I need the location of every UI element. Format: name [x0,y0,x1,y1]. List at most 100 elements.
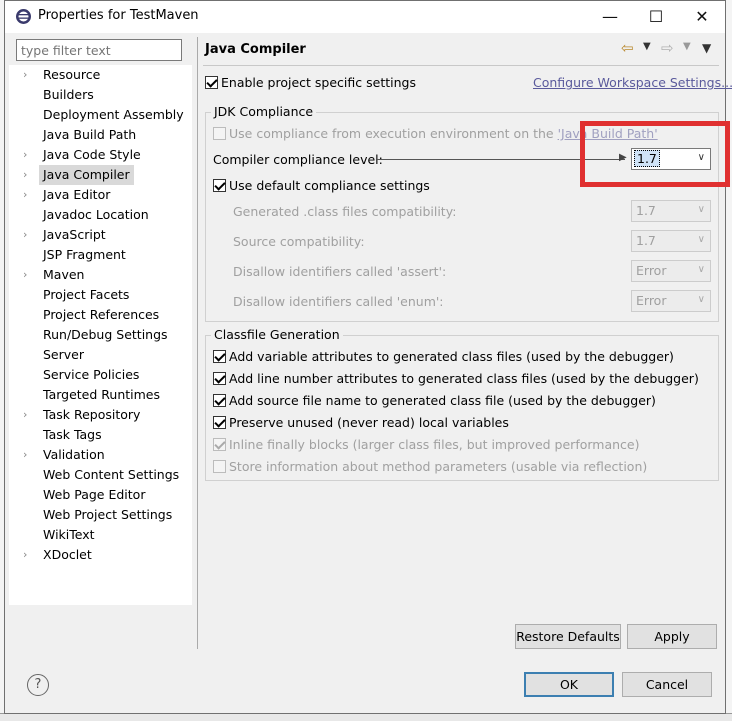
class-compat-label: Generated .class files compatibility: [233,204,457,219]
restore-defaults-button[interactable]: Restore Defaults [515,624,621,649]
use-env-compliance-checkbox[interactable] [213,127,226,140]
tree-item[interactable]: Javadoc Location [9,205,192,225]
tree-item[interactable]: Java Build Path [9,125,192,145]
classfile-option-checkbox[interactable] [213,394,226,407]
classfile-generation-title: Classfile Generation [211,327,343,342]
pane-splitter[interactable] [197,37,198,649]
tree-item[interactable]: › Java Editor [9,185,192,205]
enable-project-specific-checkbox[interactable] [205,76,218,89]
jdk-compliance-title: JDK Compliance [211,104,317,119]
tree-item-label: Java Editor [43,187,111,202]
close-button[interactable]: ✕ [679,1,725,33]
tree-item-label: Builders [43,87,94,102]
tree-item[interactable]: Project Facets [9,285,192,305]
page-title: Java Compiler [205,42,306,57]
classfile-option-checkbox[interactable] [213,350,226,363]
maximize-button[interactable]: ☐ [633,1,679,33]
expand-chevron-icon[interactable]: › [23,145,35,165]
back-menu-chevron-icon[interactable]: ▼ [643,41,651,52]
tree-item[interactable]: › Resource [9,65,192,85]
tree-item[interactable]: Targeted Runtimes [9,385,192,405]
classfile-option-label: Add line number attributes to generated … [229,371,699,386]
forward-arrow-icon[interactable]: ⇨ [661,39,674,57]
chevron-down-icon: ∨ [697,294,705,305]
tree-item-label: WikiText [43,527,95,542]
tree-item[interactable]: Deployment Assembly [9,105,192,125]
view-menu-icon[interactable]: ▼ [702,41,711,55]
enum-identifier-select[interactable]: Error ∨ [631,290,711,312]
apply-button[interactable]: Apply [627,624,717,649]
header-separator [203,65,719,66]
expand-chevron-icon[interactable]: › [23,185,35,205]
tree-item[interactable]: Server [9,345,192,365]
tree-item-label: Java Code Style [43,147,141,162]
help-icon[interactable]: ? [27,674,49,696]
tree-item-label: Project Facets [43,287,130,302]
expand-chevron-icon[interactable]: › [23,545,35,565]
tree-item-label: Validation [43,447,105,462]
property-page-tree[interactable]: › Resource Builders Deployment Assembly Java… [9,65,192,605]
tree-item[interactable]: › Validation [9,445,192,465]
tree-item[interactable]: › Java Code Style [9,145,192,165]
tree-item-label: Java Compiler [39,165,134,185]
tree-item-label: Service Policies [43,367,140,382]
expand-chevron-icon[interactable]: › [23,445,35,465]
class-compat-value: 1.7 [636,203,656,218]
classfile-option-label: Preserve unused (never read) local varia… [229,415,509,430]
maximize-icon: ☐ [648,7,664,26]
filter-input[interactable] [16,39,182,61]
expand-chevron-icon[interactable]: › [23,225,35,245]
classfile-option-label: Add variable attributes to generated cla… [229,349,674,364]
forward-menu-chevron-icon[interactable]: ▼ [683,41,691,52]
expand-chevron-icon[interactable]: › [23,265,35,285]
tree-item[interactable]: Web Content Settings [9,465,192,485]
use-default-compliance-label: Use default compliance settings [229,178,430,193]
tree-item-label: Server [43,347,84,362]
source-compat-select[interactable]: 1.7 ∨ [631,230,711,252]
classfile-option-checkbox[interactable] [213,438,226,451]
tree-item-label: Maven [43,267,85,282]
cancel-button[interactable]: Cancel [622,672,712,697]
tree-item[interactable]: › XDoclet [9,545,192,565]
back-arrow-icon[interactable]: ⇦ [621,39,634,57]
expand-chevron-icon[interactable]: › [23,65,35,85]
minimize-button[interactable]: — [587,1,633,33]
classfile-option-label: Add source file name to generated class … [229,393,656,408]
enable-project-specific-label: Enable project specific settings [221,75,416,90]
tree-item[interactable]: Builders [9,85,192,105]
tree-item-label: Run/Debug Settings [43,327,168,342]
tree-item[interactable]: WikiText [9,525,192,545]
tree-item-label: JavaScript [43,227,106,242]
assert-identifier-select[interactable]: Error ∨ [631,260,711,282]
tree-item[interactable]: Run/Debug Settings [9,325,192,345]
tree-item[interactable]: Web Project Settings [9,505,192,525]
classfile-option-checkbox[interactable] [213,372,226,385]
chevron-down-icon: ∨ [697,264,705,275]
classfile-option-label: Store information about method parameter… [229,459,648,474]
title-bar[interactable]: Properties for TestMaven — ☐ ✕ [5,1,725,33]
window-title: Properties for TestMaven [38,8,199,23]
tree-item[interactable]: Service Policies [9,365,192,385]
expand-chevron-icon[interactable]: › [23,405,35,425]
tree-item-label: Task Tags [43,427,102,442]
eclipse-icon [16,9,31,24]
source-compat-label: Source compatibility: [233,234,365,249]
classfile-option-checkbox[interactable] [213,460,226,473]
assert-identifier-label: Disallow identifiers called 'assert': [233,264,447,279]
tree-item[interactable]: › Maven [9,265,192,285]
tree-item[interactable]: Task Tags [9,425,192,445]
classfile-option-checkbox[interactable] [213,416,226,429]
tree-item[interactable]: Web Page Editor [9,485,192,505]
tree-item[interactable]: Project References [9,305,192,325]
assert-identifier-value: Error [636,263,667,278]
class-compat-select[interactable]: 1.7 ∨ [631,200,711,222]
tree-item[interactable]: › Task Repository [9,405,192,425]
tree-item-label: Web Page Editor [43,487,146,502]
tree-item[interactable]: JSP Fragment [9,245,192,265]
tree-item[interactable]: › JavaScript [9,225,192,245]
tree-item[interactable]: › Java Compiler [9,165,192,185]
expand-chevron-icon[interactable]: › [23,165,35,185]
ok-button[interactable]: OK [524,672,614,697]
use-default-compliance-checkbox[interactable] [213,179,226,192]
configure-workspace-link[interactable]: Configure Workspace Settings... [533,75,732,90]
